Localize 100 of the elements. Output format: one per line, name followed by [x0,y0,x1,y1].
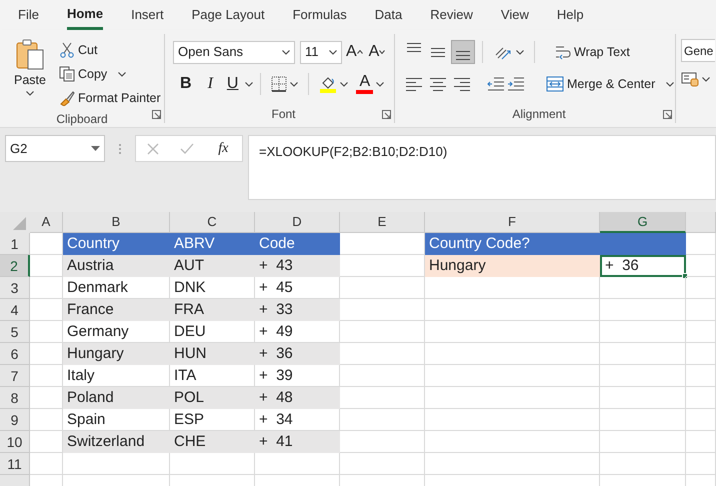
copy-icon [59,66,75,82]
table-cell: + 36 [600,255,686,277]
ribbon-tab[interactable]: Help [542,0,598,30]
row-header[interactable]: 3 [0,277,30,299]
table-cell: France [63,299,170,321]
increase-font-size-button[interactable]: A [344,40,365,64]
align-lines-icon [431,48,445,56]
table-cell [686,277,716,299]
underline-button[interactable]: U [222,72,244,96]
dialog-launcher-icon[interactable] [382,110,391,119]
caret-icon [282,50,290,54]
dialog-launcher-icon[interactable] [152,110,161,119]
table-cell: Poland [63,387,170,409]
row-header[interactable]: 9 [0,409,30,431]
row-header[interactable]: 8 [0,387,30,409]
table-cell: Hungary [63,343,170,365]
insert-function-button[interactable]: fx [215,136,232,160]
merge-cells-icon [546,76,564,92]
ribbon-tab[interactable]: File [4,0,53,30]
column-header[interactable]: D [255,212,340,233]
row-header[interactable]: 5 [0,321,30,343]
row-header[interactable]: 11 [0,453,30,475]
row-header[interactable]: 1 [0,233,30,255]
paintbrush-icon [59,90,75,106]
column-header[interactable]: F [425,212,600,233]
ribbon-tab[interactable]: Formulas [278,0,361,30]
row-header[interactable]: 10 [0,431,30,453]
scissors-icon [59,42,75,58]
name-box[interactable]: G2 [5,135,105,162]
font-color-button[interactable]: A [353,72,388,96]
ribbon-tab[interactable]: Insert [117,0,178,30]
ribbon-tab[interactable]: Data [360,0,416,30]
increase-indent-icon[interactable] [507,76,525,92]
table-cell: Switzerland [63,431,170,453]
table-cell: Country Code? [425,233,600,255]
format-painter-button[interactable]: Format Painter [56,86,164,110]
caret-icon [666,82,674,86]
column-header[interactable]: G [600,212,686,233]
table-cell [686,255,716,277]
table-cell [30,409,63,431]
table-cell: HUN [170,343,255,365]
row-header[interactable]: 6 [0,343,30,365]
decrease-font-size-button[interactable]: A [366,40,388,64]
table-cell: CHE [170,431,255,453]
merge-center-button[interactable]: Merge & Center [543,72,678,96]
paste-button[interactable]: Paste [8,38,52,104]
row-header[interactable]: 7 [0,365,30,387]
caret-icon [290,82,298,86]
table-cell [686,453,716,475]
group-label: Alignment [511,106,567,123]
table-cell: Hungary [425,255,600,277]
up-caret-icon [356,50,363,54]
font-size-dropdown[interactable]: 11 [300,40,342,64]
table-cell [686,343,716,365]
clipboard-icon [15,38,45,70]
font-name-dropdown[interactable]: Open Sans [173,40,295,64]
table-cell: ABRV [170,233,255,255]
bold-button[interactable]: B [173,72,199,96]
caret-icon [516,50,524,54]
column-header[interactable]: B [63,212,170,233]
table-cell [30,277,63,299]
column-header[interactable]: C [170,212,255,233]
ribbon-tab[interactable]: Page Layout [178,0,279,30]
table-cell [30,321,63,343]
copy-button[interactable]: Copy [56,62,164,86]
wrap-text-button[interactable]: Wrap Text [552,40,633,64]
dialog-launcher-icon[interactable] [663,110,672,119]
table-cell [30,453,63,475]
table-cell [686,409,716,431]
italic-button[interactable]: I [200,72,220,96]
column-header[interactable]: E [340,212,425,233]
formula-field[interactable]: =XLOOKUP(F2;B2:B10;D2:D10) [248,135,716,200]
decrease-indent-icon[interactable] [487,76,505,92]
table-cell: POL [170,387,255,409]
ribbon-tab[interactable]: Review [416,0,487,30]
borders-icon [271,76,288,92]
table-cell: AUT [170,255,255,277]
caret-icon [702,76,710,82]
check-icon[interactable] [180,142,194,154]
table-cell [686,365,716,387]
vertical-align-button[interactable] [451,40,475,64]
table-cell: Code [255,233,340,255]
table-cell [686,387,716,409]
table-cell: Country [63,233,170,255]
table-cell [30,365,63,387]
table-cell [686,299,716,321]
conditional-format-icon[interactable] [681,71,699,87]
caret-icon [91,146,100,151]
table-cell: + 33 [255,299,340,321]
ribbon-tab[interactable]: View [486,0,543,30]
row-header[interactable]: 2 [0,255,30,277]
cut-button[interactable]: Cut [56,38,164,62]
align-lines-icon [406,78,422,90]
paint-bucket-icon [319,75,338,93]
table-cell: Austria [63,255,170,277]
column-header[interactable]: A [30,212,63,233]
wrap-text-icon [555,44,571,60]
caret-icon [379,50,386,54]
row-header[interactable]: 4 [0,299,30,321]
number-format-dropdown[interactable]: Gene [681,39,715,62]
